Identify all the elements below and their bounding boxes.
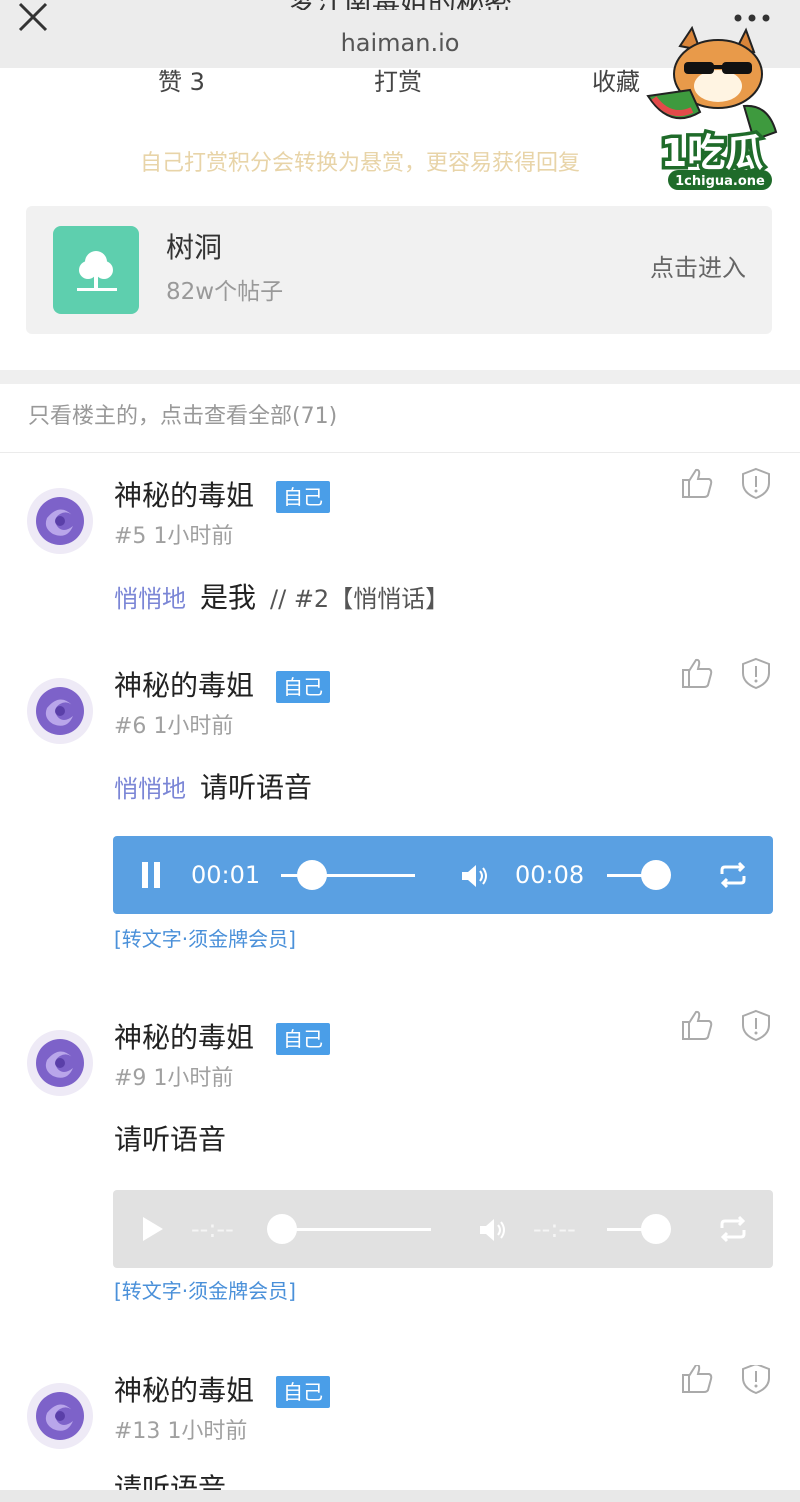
audio-progress-track[interactable]: [281, 1228, 431, 1231]
thumbs-up-icon[interactable]: [680, 1008, 714, 1042]
post-content: 悄悄地 请听语音: [114, 768, 312, 809]
like-button[interactable]: 赞 3: [158, 62, 205, 102]
audio-player: --:-- --:--: [113, 1190, 773, 1268]
post-time: 1小时前: [153, 1066, 234, 1091]
post-meta: #5 1小时前: [114, 522, 233, 552]
self-badge: 自己: [276, 1023, 330, 1055]
floor-number: #5: [114, 524, 147, 549]
loop-icon[interactable]: [717, 860, 749, 890]
author-name[interactable]: 神秘的毒姐: [114, 478, 254, 514]
volume-knob[interactable]: [641, 860, 671, 890]
tip-hint: 自己打赏积分会转换为悬赏，更容易获得回复: [140, 151, 581, 176]
floor-number: #13: [114, 1419, 161, 1444]
author-name[interactable]: 神秘的毒姐: [114, 668, 254, 704]
watermark-logo: 1吃瓜 1chigua.one: [640, 25, 790, 196]
watermark-logo-domain: 1chigua.one: [675, 174, 765, 189]
page-title: 梦江南毒姐的秘密: [0, 0, 800, 10]
thumbs-up-icon[interactable]: [680, 1365, 714, 1395]
volume-icon[interactable]: [459, 862, 491, 890]
post-quote[interactable]: // #2【悄悄话】: [270, 585, 449, 613]
tip-button[interactable]: 打赏: [374, 62, 422, 102]
self-badge: 自己: [276, 481, 330, 513]
post-item: 神秘的毒姐 自己 #5 1小时前 悄悄地 是我 // #2【悄悄话】: [0, 467, 800, 640]
forum-post-count: 82w个帖子: [166, 279, 284, 305]
self-badge: 自己: [276, 671, 330, 703]
forum-enter-link[interactable]: 点击进入: [650, 252, 746, 284]
avatar[interactable]: [27, 1030, 93, 1096]
floor-number: #9: [114, 1066, 147, 1091]
filter-only-op[interactable]: 只看楼主的，点击查看全部(71): [28, 400, 337, 434]
whisper-tag: 悄悄地: [114, 585, 186, 613]
post-content: 请听语音: [114, 1469, 226, 1490]
report-shield-icon[interactable]: [740, 466, 772, 500]
avatar[interactable]: [27, 678, 93, 744]
post-text: 请听语音: [114, 1123, 227, 1156]
post-content: 悄悄地 是我 // #2【悄悄话】: [114, 578, 449, 619]
report-shield-icon[interactable]: [740, 1008, 772, 1042]
convert-to-text-link[interactable]: [转文字·须金牌会员]: [114, 924, 296, 954]
convert-to-text-link[interactable]: [转文字·须金牌会员]: [114, 1276, 296, 1306]
favorite-button[interactable]: 收藏: [592, 62, 640, 102]
author-name[interactable]: 神秘的毒姐: [114, 1373, 254, 1409]
post-text: 请听语音: [200, 771, 313, 804]
volume-knob[interactable]: [641, 1214, 671, 1244]
post-meta: #6 1小时前: [114, 712, 233, 742]
whisper-tag: 悄悄地: [114, 775, 186, 803]
post-meta: #9 1小时前: [114, 1064, 233, 1094]
report-shield-icon[interactable]: [740, 1365, 772, 1395]
self-badge: 自己: [276, 1376, 330, 1408]
thumbs-up-icon[interactable]: [680, 466, 714, 500]
audio-current-time: --:--: [191, 1215, 234, 1243]
floor-number: #6: [114, 714, 147, 739]
play-icon[interactable]: [139, 1214, 165, 1244]
post-item: 神秘的毒姐 自己 #13 1小时前 请听语音: [0, 1365, 800, 1490]
more-dots-icon[interactable]: [730, 6, 774, 26]
avatar[interactable]: [27, 488, 93, 554]
divider: [0, 452, 800, 453]
tree-icon: [53, 226, 139, 314]
post-content: 请听语音: [114, 1120, 226, 1160]
audio-player: 00:01 00:08: [113, 836, 773, 914]
pause-icon[interactable]: [139, 860, 165, 890]
audio-duration: --:--: [533, 1215, 576, 1243]
forum-name: 树洞: [166, 231, 223, 264]
report-shield-icon[interactable]: [740, 656, 772, 690]
post-item: 神秘的毒姐 自己 #9 1小时前 请听语音 --:-- --:-- [转文字·须…: [0, 1009, 800, 1332]
section-divider: [0, 370, 800, 384]
bottom-edge: [0, 1490, 800, 1502]
thumbs-up-icon[interactable]: [680, 656, 714, 690]
post-time: 1小时前: [153, 714, 234, 739]
volume-icon[interactable]: [477, 1216, 509, 1244]
loop-icon[interactable]: [717, 1214, 749, 1244]
audio-current-time: 00:01: [191, 861, 261, 889]
post-time: 1小时前: [167, 1419, 248, 1444]
audio-duration: 00:08: [515, 861, 585, 889]
author-name[interactable]: 神秘的毒姐: [114, 1020, 254, 1056]
audio-progress-knob[interactable]: [267, 1214, 297, 1244]
post-meta: #13 1小时前: [114, 1417, 247, 1447]
post-text: 是我: [200, 581, 257, 614]
post-time: 1小时前: [153, 524, 234, 549]
forum-card[interactable]: 树洞 82w个帖子 点击进入: [26, 206, 772, 334]
avatar[interactable]: [27, 1383, 93, 1449]
watermark-logo-text: 1吃瓜: [661, 131, 763, 175]
audio-progress-knob[interactable]: [297, 860, 327, 890]
post-text: 请听语音: [114, 1472, 227, 1490]
post-item: 神秘的毒姐 自己 #6 1小时前 悄悄地 请听语音 00:01 00:08 [转文…: [0, 657, 800, 980]
